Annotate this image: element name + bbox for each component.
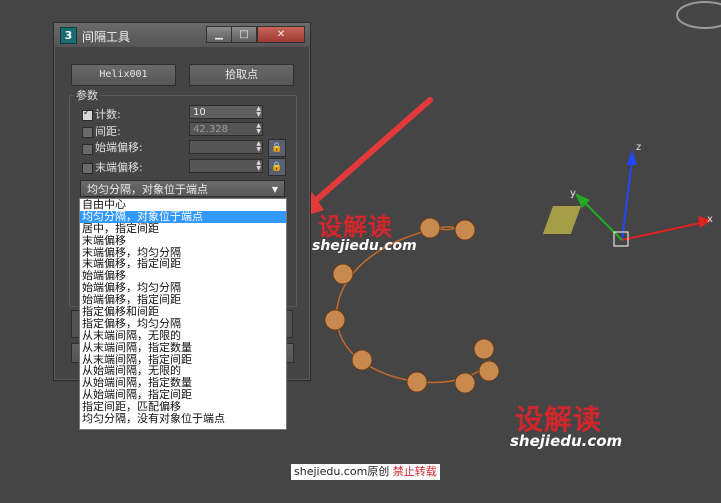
dropdown-option[interactable]: 指定偏移，均匀分隔 bbox=[80, 318, 286, 330]
dropdown-option[interactable]: 从末端间隔，指定间距 bbox=[80, 354, 286, 366]
dropdown-option[interactable]: 从末端间隔，无限的 bbox=[80, 330, 286, 342]
start-offset-label: 始端偏移: bbox=[95, 141, 143, 154]
spinner-arrows-icon[interactable]: ▲ ▼ bbox=[256, 106, 261, 118]
spacing-value: 42.328 bbox=[193, 124, 228, 135]
spacing-spinner[interactable]: 42.328 ▲ ▼ bbox=[189, 122, 263, 136]
dropdown-option[interactable]: 末端偏移，均匀分隔 bbox=[80, 247, 286, 259]
distribution-dropdown-list[interactable]: 自由中心 均匀分隔，对象位于端点 居中，指定间距 末端偏移 末端偏移，均匀分隔 末端偏移，… bbox=[79, 198, 287, 430]
start-offset-spinner[interactable]: ▲ ▼ bbox=[189, 140, 263, 154]
spacing-checkbox[interactable] bbox=[82, 127, 93, 138]
end-offset-lock-icon[interactable]: 🔒 bbox=[268, 158, 286, 176]
watermark-url: shejiedu.com bbox=[312, 238, 417, 254]
titlebar[interactable]: 3 间隔工具 ▁ □ ✕ bbox=[54, 23, 310, 47]
parameters-title: 参数 bbox=[74, 87, 100, 103]
object-clone bbox=[419, 217, 441, 239]
app-icon: 3 bbox=[60, 27, 77, 44]
end-offset-checkbox[interactable] bbox=[82, 163, 93, 174]
minimize-button[interactable]: ▁ bbox=[206, 26, 232, 43]
distribution-select[interactable]: 均匀分隔，对象位于端点 ▼ bbox=[80, 180, 285, 197]
dropdown-option[interactable]: 末端偏移 bbox=[80, 235, 286, 247]
viewport[interactable]: z x y 设解读 shejiedu.com 设解读 shejiedu.com … bbox=[0, 0, 721, 503]
spacing-label: 间距: bbox=[95, 125, 121, 138]
dropdown-option[interactable]: 均匀分隔，对象位于端点 bbox=[80, 210, 286, 223]
dialog-title: 间隔工具 bbox=[82, 30, 131, 44]
watermark-logo: 设解读 bbox=[318, 213, 393, 241]
end-offset-label: 末端偏移: bbox=[95, 161, 143, 174]
dropdown-option[interactable]: 从始端间隔，指定数量 bbox=[80, 377, 286, 389]
maximize-button[interactable]: □ bbox=[231, 26, 257, 43]
distribution-selected-value: 均匀分隔，对象位于端点 bbox=[87, 183, 208, 196]
credit-banner: shejiedu.com原创 禁止转载 bbox=[291, 464, 440, 480]
count-value: 10 bbox=[193, 107, 206, 118]
spinner-arrows-icon[interactable]: ▲ ▼ bbox=[256, 160, 261, 172]
object-clone bbox=[351, 349, 373, 371]
close-button[interactable]: ✕ bbox=[257, 26, 305, 43]
dropdown-option[interactable]: 末端偏移，指定间距 bbox=[80, 258, 286, 270]
gizmo-y-label: y bbox=[570, 188, 576, 199]
credit-warning: 禁止转载 bbox=[392, 465, 437, 478]
object-clone bbox=[406, 371, 428, 393]
start-offset-lock-icon[interactable]: 🔒 bbox=[268, 139, 286, 157]
dropdown-option[interactable]: 指定偏移和间距 bbox=[80, 306, 286, 318]
annotation-arrow-icon bbox=[292, 97, 433, 220]
dropdown-option[interactable]: 均匀分隔，没有对象位于端点 bbox=[80, 413, 286, 425]
dropdown-option[interactable]: 始端偏移 bbox=[80, 270, 286, 282]
dropdown-option[interactable]: 从末端间隔，指定数量 bbox=[80, 342, 286, 354]
count-label: 计数: bbox=[95, 108, 121, 121]
dropdown-option[interactable]: 自由中心 bbox=[80, 199, 286, 211]
gizmo-z-label: z bbox=[636, 142, 641, 153]
object-clone bbox=[478, 360, 500, 382]
dropdown-option[interactable]: 从始端间隔，无限的 bbox=[80, 365, 286, 377]
dropdown-option[interactable]: 从始端间隔，指定间距 bbox=[80, 389, 286, 401]
object-clone bbox=[324, 309, 346, 331]
spinner-arrows-icon[interactable]: ▲ ▼ bbox=[256, 123, 261, 135]
pick-points-button[interactable]: 拾取点 bbox=[189, 64, 294, 86]
count-checkbox[interactable] bbox=[82, 108, 93, 121]
viewcube-icon bbox=[676, 1, 721, 29]
dropdown-option[interactable]: 指定间距，匹配偏移 bbox=[80, 401, 286, 413]
count-spinner[interactable]: 10 ▲ ▼ bbox=[189, 105, 263, 119]
object-clone bbox=[454, 219, 476, 241]
dropdown-option[interactable]: 居中，指定间距 bbox=[80, 223, 286, 235]
dropdown-option[interactable]: 始端偏移，指定间距 bbox=[80, 294, 286, 306]
gizmo-x-label: x bbox=[707, 214, 713, 225]
pick-path-button[interactable]: Helix001 bbox=[71, 64, 176, 86]
spinner-arrows-icon[interactable]: ▲ ▼ bbox=[256, 141, 261, 153]
credit-text: shejiedu.com原创 bbox=[294, 465, 390, 478]
dropdown-option[interactable]: 始端偏移，均匀分隔 bbox=[80, 282, 286, 294]
object-clone bbox=[332, 263, 354, 285]
watermark-url-2: shejiedu.com bbox=[510, 432, 623, 450]
object-clone bbox=[473, 338, 495, 360]
chevron-down-icon[interactable]: ▼ bbox=[272, 181, 278, 198]
object-clone bbox=[454, 372, 476, 394]
transform-gizmo-icon[interactable] bbox=[542, 150, 712, 247]
start-offset-checkbox[interactable] bbox=[82, 144, 93, 155]
end-offset-spinner[interactable]: ▲ ▼ bbox=[189, 159, 263, 173]
